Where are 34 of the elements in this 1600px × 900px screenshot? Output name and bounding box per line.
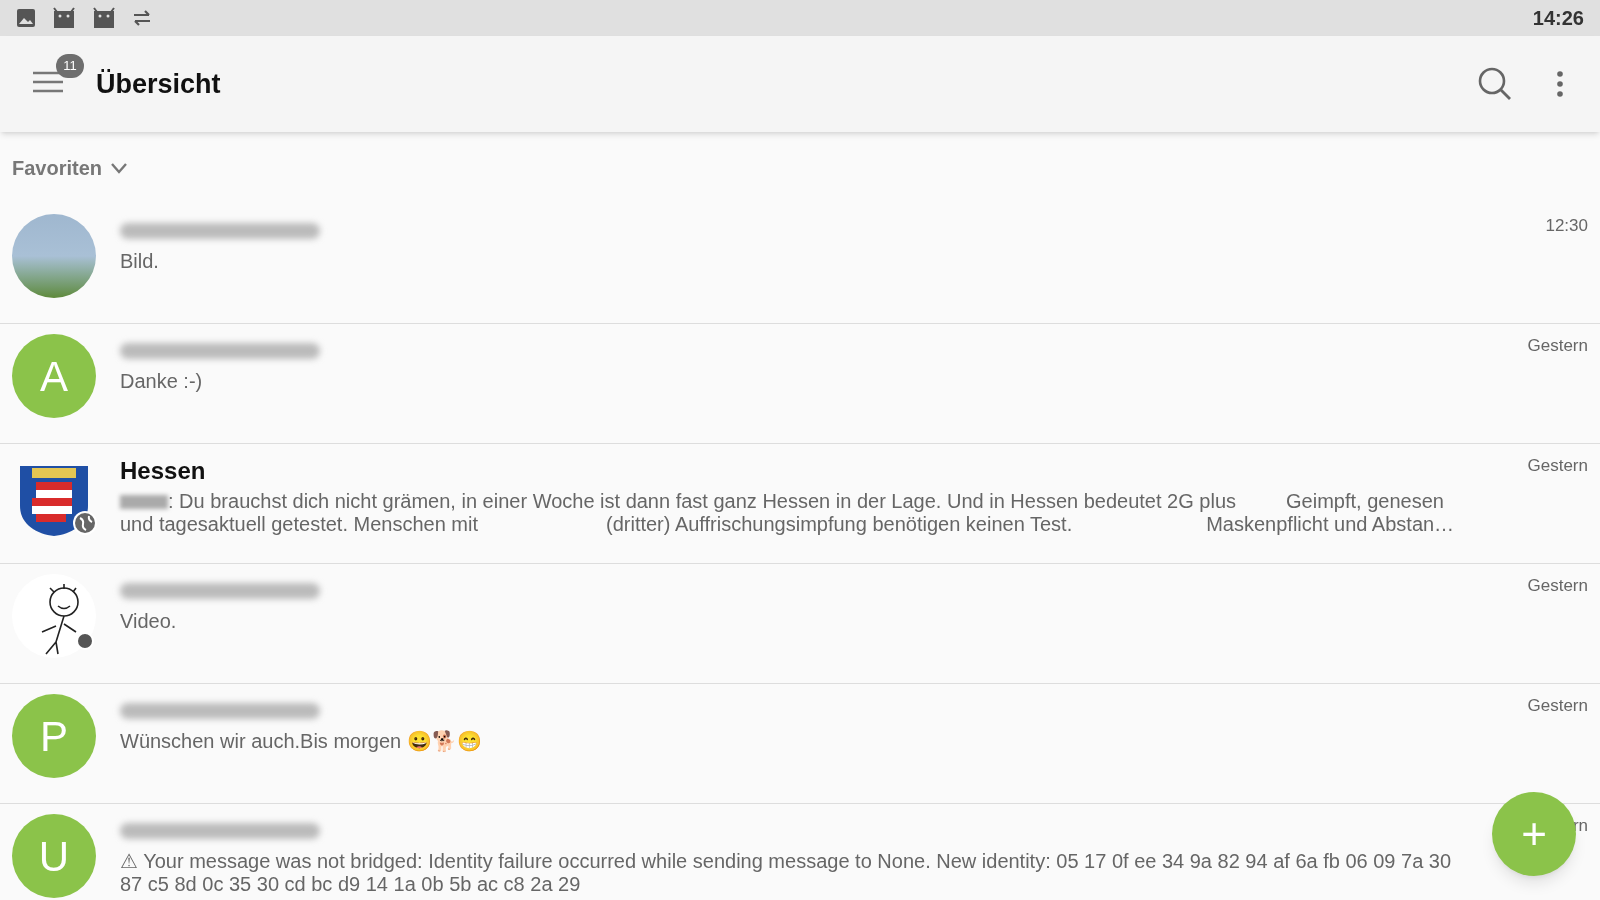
more-options-icon[interactable]: [1556, 71, 1564, 97]
message-text: und tagesaktuell getestet. Menschen mit: [120, 513, 478, 536]
menu-icon[interactable]: [32, 70, 64, 94]
chat-name: Hessen: [120, 456, 206, 486]
transfer-arrows-icon: [132, 10, 152, 26]
chat-time: Gestern: [1527, 575, 1588, 598]
image-icon: [16, 8, 36, 28]
chat-time: 12:30: [1545, 215, 1588, 238]
message-text: : Du brauchst dich nicht grämen, in einer Woche ist dann fast ganz Hessen in der Lage. Und in Hessen bedeutet 2G plus: [168, 490, 1237, 513]
message-text: (dritter) Auffrischungsimpfung benötigen keinen Test.: [606, 513, 1073, 536]
message-text: Bild.: [120, 250, 159, 273]
message-text: Maskenpflicht und Abstan…: [1206, 513, 1455, 536]
globe-icon: [72, 510, 98, 536]
chat-time: Gestern: [1527, 695, 1588, 718]
message-text: Danke :-): [120, 370, 203, 393]
chat-time: Gestern: [1527, 455, 1588, 478]
message-text: Geimpft, genesen: [1286, 490, 1444, 513]
chevron-icon: [110, 162, 129, 174]
letter-avatar: U: [12, 814, 96, 898]
search-icon[interactable]: [1478, 67, 1512, 101]
app-title: Übersicht: [96, 67, 221, 101]
favorites-section-toggle[interactable]: Favoriten: [12, 153, 129, 183]
chat-time: Gestern: [1527, 335, 1588, 358]
letter-avatar: P: [12, 694, 96, 778]
message-text: ⚠ Your message was not bridged: Identity failure occurred while sending message to None. New identity: 05 17 0f ee 34 9a 82 94 af 6a fb 06 09 7a 30: [120, 850, 1452, 873]
message-text: Wünschen wir auch.Bis morgen 😀🐕😁: [120, 730, 482, 753]
blurred-sender: [120, 495, 168, 509]
message-text: 87 c5 8d 0c 35 30 cd bc d9 14 1a 0b 5b ac c8 2a 29: [120, 873, 581, 896]
notification-badge: 11: [56, 54, 84, 78]
clock: 14:26: [1532, 6, 1584, 31]
letter-avatar: A: [12, 334, 96, 418]
message-text: Video.: [120, 610, 177, 633]
robot-icon: [52, 7, 76, 29]
robot-icon: [92, 7, 116, 29]
